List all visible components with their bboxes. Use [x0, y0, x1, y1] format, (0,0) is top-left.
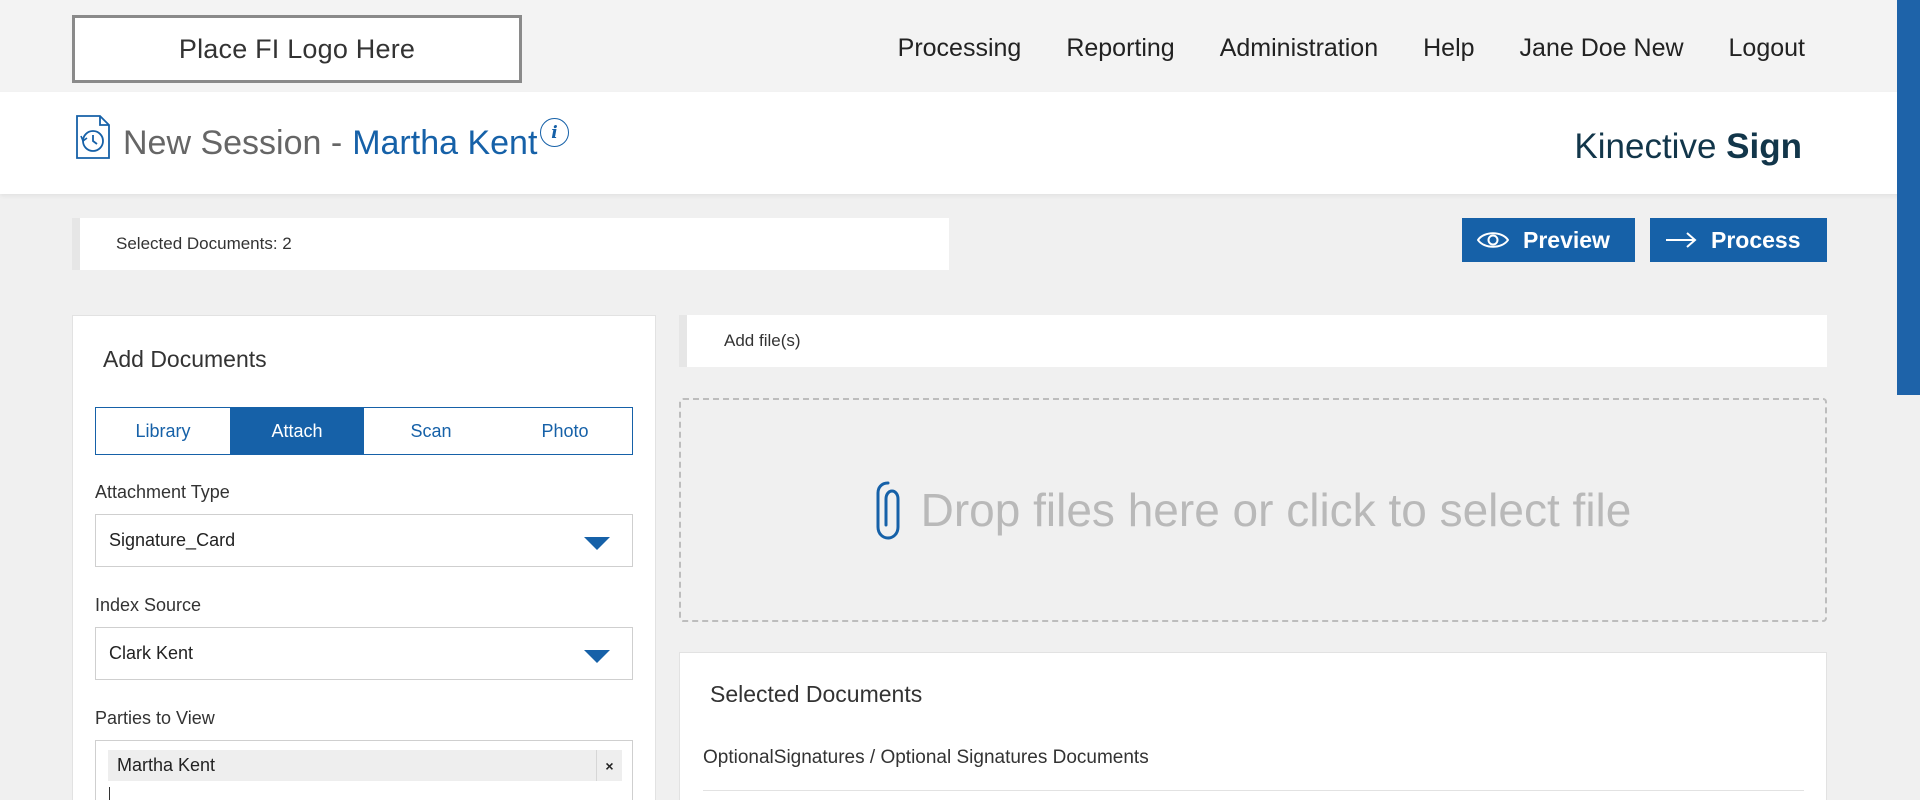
attachment-type-value: Signature_Card	[109, 530, 236, 550]
nav-user-name[interactable]: Jane Doe New	[1520, 34, 1684, 63]
attachment-type-label: Attachment Type	[95, 482, 230, 502]
chevron-down-icon	[584, 537, 610, 550]
chevron-down-icon	[584, 650, 610, 663]
session-customer-name[interactable]: Martha Kent	[352, 124, 537, 162]
eye-icon	[1477, 232, 1509, 248]
add-files-bar: Add file(s)	[679, 315, 1827, 367]
add-documents-title: Add Documents	[103, 346, 267, 372]
tab-attach[interactable]: Attach	[230, 408, 364, 454]
selected-documents-panel: Selected Documents OptionalSignatures / …	[679, 652, 1827, 800]
tab-library[interactable]: Library	[96, 408, 230, 454]
session-header: New Session - Martha Kent i Kinective Sig…	[0, 92, 1920, 194]
selected-documents-count: Selected Documents: 2	[116, 234, 292, 253]
selected-documents-bar: Selected Documents: 2	[72, 218, 949, 270]
drop-zone-text: Drop files here or click to select file	[920, 484, 1632, 536]
brand-bold: Sign	[1726, 127, 1802, 166]
index-source-value: Clark Kent	[109, 643, 194, 663]
session-title-prefix: New Session -	[123, 124, 343, 162]
parties-to-view-label: Parties to View	[95, 708, 215, 728]
add-files-label: Add file(s)	[724, 331, 801, 350]
close-icon[interactable]: ×	[596, 750, 622, 781]
fi-logo-placeholder: Place FI Logo Here	[72, 15, 522, 83]
brand-logo: Kinective Sign	[1574, 127, 1802, 167]
index-source-label: Index Source	[95, 595, 202, 615]
right-edge-strip	[1897, 0, 1920, 395]
nav-logout[interactable]: Logout	[1729, 34, 1805, 63]
divider	[703, 790, 1804, 791]
text-cursor	[109, 787, 110, 800]
history-document-icon	[76, 115, 110, 159]
add-documents-panel: Add Documents Library Attach Scan Photo …	[72, 315, 656, 800]
process-label: Process	[1711, 226, 1801, 253]
document-source-tabs: Library Attach Scan Photo	[95, 407, 633, 455]
arrow-right-icon	[1666, 232, 1697, 248]
nav-administration[interactable]: Administration	[1220, 34, 1378, 63]
preview-label: Preview	[1523, 226, 1610, 253]
selected-documents-title: Selected Documents	[710, 681, 923, 707]
main-nav: Processing Reporting Administration Help…	[898, 34, 1805, 63]
paperclip-icon	[876, 481, 900, 540]
brand-regular: Kinective	[1574, 127, 1717, 166]
nav-help[interactable]: Help	[1423, 34, 1474, 63]
attachment-type-select[interactable]: Signature_Card	[95, 514, 633, 567]
preview-button[interactable]: Preview	[1462, 218, 1635, 262]
session-title: New Session - Martha Kent	[123, 124, 537, 163]
file-drop-zone[interactable]: Drop files here or click to select file	[679, 398, 1827, 622]
nav-reporting[interactable]: Reporting	[1066, 34, 1174, 63]
top-navigation-bar: Place FI Logo Here Processing Reporting …	[0, 0, 1920, 92]
tab-photo[interactable]: Photo	[498, 408, 632, 454]
parties-to-view-input[interactable]: Martha Kent ×	[95, 740, 633, 800]
party-chip: Martha Kent ×	[108, 750, 622, 781]
party-chip-label: Martha Kent	[117, 755, 216, 775]
nav-processing[interactable]: Processing	[898, 34, 1022, 63]
index-source-select[interactable]: Clark Kent	[95, 627, 633, 680]
process-button[interactable]: Process	[1650, 218, 1827, 262]
info-icon[interactable]: i	[540, 118, 569, 147]
tab-scan[interactable]: Scan	[364, 408, 498, 454]
document-group-label: OptionalSignatures / Optional Signatures…	[703, 747, 1149, 768]
